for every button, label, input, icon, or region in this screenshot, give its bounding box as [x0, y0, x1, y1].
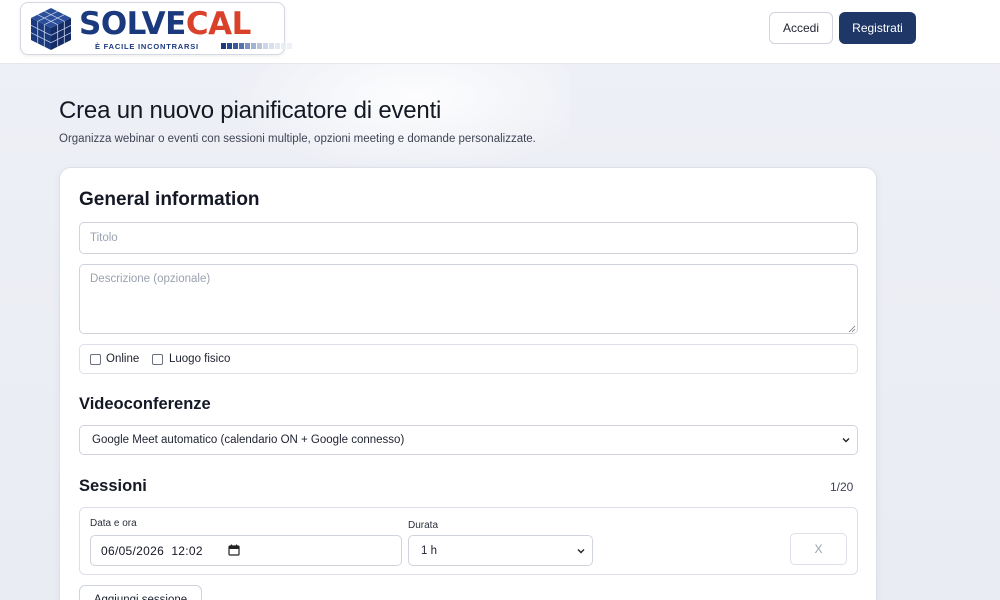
resize-grip-icon[interactable]: [848, 325, 856, 333]
add-session-button[interactable]: Aggiungi sessione: [79, 585, 202, 600]
title-input[interactable]: [79, 222, 858, 254]
physical-location-checkbox[interactable]: [152, 354, 163, 365]
description-textarea[interactable]: [79, 264, 858, 334]
top-navbar: SOLVECAL È FACILE INCONTRARSI Accedi Reg…: [0, 0, 1000, 64]
videoconference-select-value: Google Meet automatico (calendario ON + …: [92, 434, 405, 446]
section-heading-sessions: Sessioni: [79, 477, 147, 495]
online-checkbox[interactable]: [90, 354, 101, 365]
section-heading-general: General information: [79, 189, 260, 210]
event-form-card: General information Online Luogo fisico …: [59, 167, 877, 600]
duration-select-value: 1 h: [421, 545, 437, 557]
physical-location-checkbox-label[interactable]: Luogo fisico: [169, 353, 230, 365]
brand-tagline: È FACILE INCONTRARSI: [95, 42, 199, 51]
chevron-down-icon: [577, 549, 585, 554]
page-title: Crea un nuovo pianificatore di eventi: [59, 97, 442, 124]
duration-label: Durata: [408, 520, 439, 531]
page-subtitle: Organizza webinar o eventi con sessioni …: [59, 133, 536, 145]
brand-squares-decoration: [221, 43, 292, 49]
calendar-icon[interactable]: [228, 544, 240, 556]
section-heading-videoconference: Videoconferenze: [79, 395, 211, 413]
brand-name-part2: CAL: [185, 6, 252, 42]
login-button[interactable]: Accedi: [769, 12, 833, 44]
chevron-down-icon: [842, 438, 850, 443]
register-button[interactable]: Registrati: [839, 12, 916, 44]
brand-name-part1: SOLVE: [79, 6, 186, 42]
online-checkbox-label[interactable]: Online: [106, 353, 139, 365]
session-row: Data e ora 06/05/2026 12:02 Durata 1 h X: [79, 507, 858, 575]
datetime-input[interactable]: 06/05/2026 12:02: [90, 535, 402, 566]
brand-wordmark: SOLVECAL: [79, 6, 251, 42]
cube-grid-icon: [30, 8, 72, 50]
datetime-label: Data e ora: [90, 518, 137, 529]
datetime-value: 06/05/2026 12:02: [101, 544, 203, 558]
videoconference-select[interactable]: Google Meet automatico (calendario ON + …: [79, 425, 858, 455]
location-mode-group: Online Luogo fisico: [79, 344, 858, 374]
duration-select[interactable]: 1 h: [408, 535, 593, 566]
remove-session-button[interactable]: X: [790, 533, 847, 565]
sessions-count: 1/20: [830, 480, 854, 494]
brand-logo[interactable]: SOLVECAL È FACILE INCONTRARSI: [20, 2, 292, 55]
